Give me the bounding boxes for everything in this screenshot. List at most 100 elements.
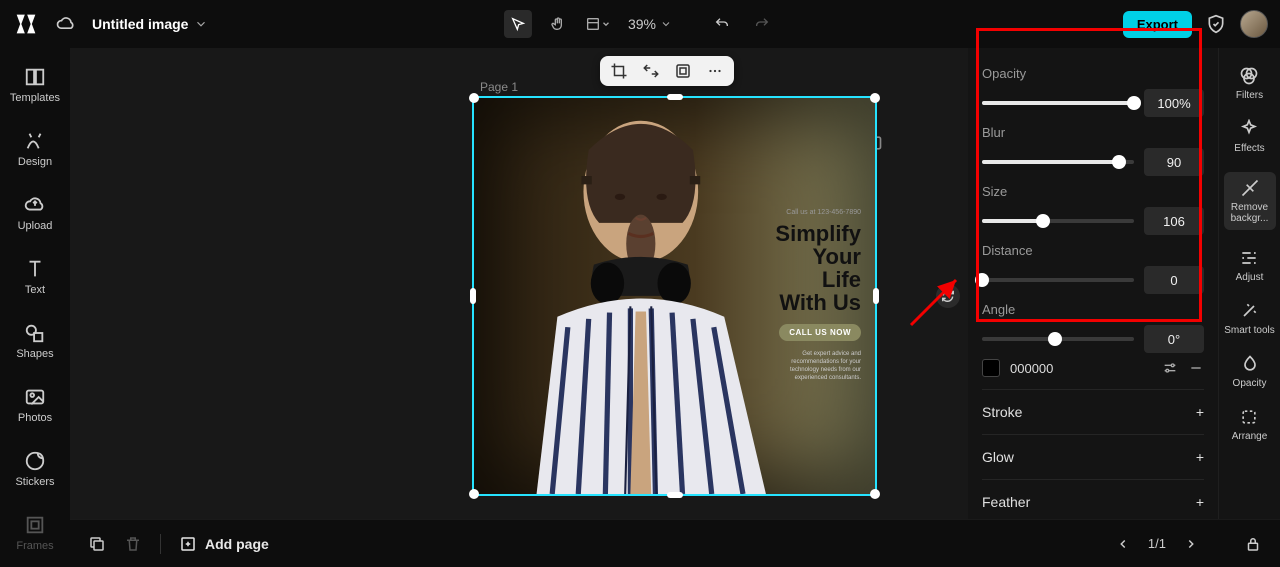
more-icon[interactable] <box>706 62 724 80</box>
redo-button[interactable] <box>748 10 776 38</box>
left-sidebar: Templates Design Upload Text Shapes Phot… <box>0 48 70 519</box>
section-label: Stroke <box>982 404 1022 420</box>
cloud-icon[interactable] <box>56 14 76 34</box>
sidebar-templates[interactable]: Templates <box>10 66 60 104</box>
phone-text: Call us at 123-456-7890 <box>771 209 861 216</box>
size-slider[interactable] <box>982 219 1134 223</box>
sidebar-item-label: Stickers <box>15 476 54 488</box>
document-title[interactable]: Untitled image <box>92 16 188 32</box>
user-avatar[interactable] <box>1240 10 1268 38</box>
resize-handle[interactable] <box>873 288 879 304</box>
right-adjust[interactable]: Adjust <box>1236 248 1264 283</box>
plus-icon[interactable]: + <box>1196 449 1204 465</box>
resize-handle[interactable] <box>667 94 683 100</box>
duplicate-icon[interactable] <box>88 535 106 553</box>
add-page-button[interactable]: Add page <box>179 535 269 553</box>
angle-slider[interactable] <box>982 337 1134 341</box>
prev-page-icon[interactable] <box>1116 537 1130 551</box>
blur-value[interactable]: 90 <box>1144 148 1204 176</box>
selection-box[interactable]: Call us at 123-456-7890 Simplify Your Li… <box>472 96 877 496</box>
plus-icon[interactable]: + <box>1196 404 1204 420</box>
resize-handle[interactable] <box>469 93 479 103</box>
color-swatch[interactable] <box>982 359 1000 377</box>
right-remove-bg[interactable]: Remove backgr... <box>1224 172 1276 230</box>
sidebar-item-label: Upload <box>18 220 53 232</box>
right-smart-tools[interactable]: Smart tools <box>1224 301 1275 336</box>
right-sidebar: Filters Effects Remove backgr... Adjust … <box>1218 48 1280 519</box>
resize-handle[interactable] <box>667 492 683 498</box>
plus-icon[interactable]: + <box>1196 494 1204 510</box>
sync-icon[interactable] <box>936 284 960 308</box>
blur-slider[interactable] <box>982 160 1134 164</box>
replace-icon[interactable] <box>674 62 692 80</box>
export-button[interactable]: Export <box>1123 11 1192 38</box>
top-right: Export <box>1123 10 1268 38</box>
sidebar-stickers[interactable]: Stickers <box>15 450 54 488</box>
sidebar-item-label: Shapes <box>16 348 53 360</box>
shield-icon[interactable] <box>1206 14 1226 34</box>
right-filters[interactable]: Filters <box>1236 66 1263 101</box>
next-page-icon[interactable] <box>1184 537 1198 551</box>
sidebar-upload[interactable]: Upload <box>18 194 53 232</box>
color-hex[interactable]: 000000 <box>1010 361 1152 376</box>
sidebar-shapes[interactable]: Shapes <box>16 322 53 360</box>
trash-icon[interactable] <box>124 535 142 553</box>
add-page-label: Add page <box>205 536 269 552</box>
canvas-content: Call us at 123-456-7890 Simplify Your Li… <box>474 98 875 494</box>
select-tool[interactable] <box>504 10 532 38</box>
undo-button[interactable] <box>708 10 736 38</box>
right-opacity[interactable]: Opacity <box>1233 354 1267 389</box>
sidebar-photos[interactable]: Photos <box>18 386 52 424</box>
rr-label: Remove backgr... <box>1228 202 1272 224</box>
chevron-down-icon[interactable] <box>194 17 208 31</box>
top-center-tools: 39% <box>504 10 776 38</box>
sidebar-design[interactable]: Design <box>18 130 52 168</box>
right-effects[interactable]: Effects <box>1234 119 1264 154</box>
distance-slider[interactable] <box>982 278 1134 282</box>
app-logo[interactable] <box>12 10 40 38</box>
hand-tool[interactable] <box>544 10 572 38</box>
lock-icon[interactable] <box>1244 535 1262 553</box>
crop-icon[interactable] <box>610 62 628 80</box>
rr-label: Filters <box>1236 90 1263 101</box>
resize-handle[interactable] <box>470 288 476 304</box>
top-bar: Untitled image 39% Export <box>0 0 1280 48</box>
opacity-slider[interactable] <box>982 101 1134 105</box>
resize-tool[interactable] <box>584 10 612 38</box>
zoom-level[interactable]: 39% <box>628 16 672 32</box>
section-label: Glow <box>982 449 1014 465</box>
color-row: 000000 <box>982 359 1204 377</box>
sidebar-item-label: Templates <box>10 92 60 104</box>
distance-value[interactable]: 0 <box>1144 266 1204 294</box>
canvas-area[interactable]: Page 1 <box>70 48 968 519</box>
size-label: Size <box>982 184 1204 199</box>
opacity-label: Opacity <box>982 66 1204 81</box>
sidebar-item-label: Photos <box>18 412 52 424</box>
resize-handle[interactable] <box>870 93 880 103</box>
rr-label: Adjust <box>1236 272 1264 283</box>
minus-icon[interactable] <box>1188 360 1204 376</box>
page-indicator: 1/1 <box>1148 536 1166 551</box>
rr-label: Effects <box>1234 143 1264 154</box>
feather-section[interactable]: Feather+ <box>982 479 1204 519</box>
right-arrange[interactable]: Arrange <box>1232 407 1268 442</box>
sidebar-frames[interactable]: Frames <box>16 514 53 552</box>
stroke-section[interactable]: Stroke + <box>982 389 1204 434</box>
properties-panel: Opacity 100% Blur 90 Size 106 Distance 0… <box>968 48 1218 519</box>
blur-label: Blur <box>982 125 1204 140</box>
bottom-bar: Add page 1/1 <box>70 519 1280 567</box>
glow-section[interactable]: Glow + <box>982 434 1204 479</box>
resize-handle[interactable] <box>870 489 880 499</box>
page-label: Page 1 <box>480 80 518 94</box>
rr-label: Arrange <box>1232 431 1268 442</box>
opacity-value[interactable]: 100% <box>1144 89 1204 117</box>
resize-handle[interactable] <box>469 489 479 499</box>
size-value[interactable]: 106 <box>1144 207 1204 235</box>
headline-3: Life <box>771 268 861 291</box>
headline-2: Your <box>771 245 861 268</box>
sidebar-item-label: Text <box>25 284 45 296</box>
sidebar-text[interactable]: Text <box>24 258 46 296</box>
angle-value[interactable]: 0° <box>1144 325 1204 353</box>
flip-icon[interactable] <box>642 62 660 80</box>
sliders-icon[interactable] <box>1162 360 1178 376</box>
